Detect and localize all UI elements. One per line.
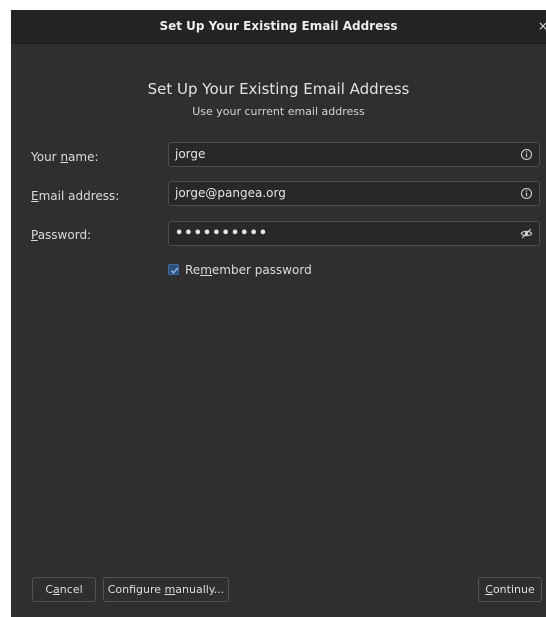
password-label-mnemonic: P (31, 228, 38, 242)
info-icon[interactable] (520, 148, 533, 161)
close-icon[interactable]: × (538, 10, 546, 43)
info-icon[interactable] (520, 187, 533, 200)
remember-password-checkbox[interactable] (168, 264, 179, 275)
remember-label-mnemonic: m (200, 263, 212, 277)
cancel-label-mnemonic: a (53, 583, 60, 596)
email-label-post: mail address: (38, 189, 120, 203)
email-label-mnemonic: E (31, 189, 39, 203)
cancel-label-post: ncel (59, 583, 83, 596)
window-title: Set Up Your Existing Email Address (159, 19, 398, 33)
continue-button[interactable]: Continue (478, 577, 542, 602)
configure-label-pre: Configure (107, 583, 165, 596)
page-subtitle: Use your current email address (192, 105, 365, 118)
remember-password-label[interactable]: Remember password (185, 262, 312, 278)
page-title: Set Up Your Existing Email Address (147, 80, 410, 98)
titlebar: Set Up Your Existing Email Address × (11, 10, 546, 44)
name-label-mnemonic: n (60, 150, 69, 164)
checkmark-icon (170, 267, 179, 274)
password-value: •••••••••• (175, 226, 269, 241)
cancel-button[interactable]: Cancel (32, 577, 96, 602)
continue-label-post: ontinue (492, 583, 535, 596)
continue-label-mnemonic: C (485, 583, 493, 596)
name-label: Your name: (31, 149, 99, 165)
password-field[interactable]: •••••••••• (168, 221, 540, 246)
name-value: jorge (175, 147, 206, 161)
name-field[interactable]: jorge (168, 142, 540, 167)
remember-label-post: ember password (211, 263, 312, 277)
configure-label-mnemonic: m (164, 583, 176, 596)
account-setup-window: Set Up Your Existing Email Address × Set… (11, 10, 546, 617)
password-label-post: assword: (37, 228, 92, 242)
name-label-post: ame: (68, 150, 99, 164)
configure-manually-button[interactable]: Configure manually... (103, 577, 229, 602)
configure-label-post: anually... (175, 583, 225, 596)
password-label: Password: (31, 227, 91, 243)
email-field[interactable]: jorge@pangea.org (168, 181, 540, 206)
remember-label-pre: Re (185, 263, 201, 277)
cancel-label-pre: C (45, 583, 54, 596)
email-label: Email address: (31, 188, 119, 204)
eye-slash-icon[interactable] (520, 227, 533, 240)
name-label-pre: Your (31, 150, 61, 164)
email-value: jorge@pangea.org (175, 186, 286, 200)
